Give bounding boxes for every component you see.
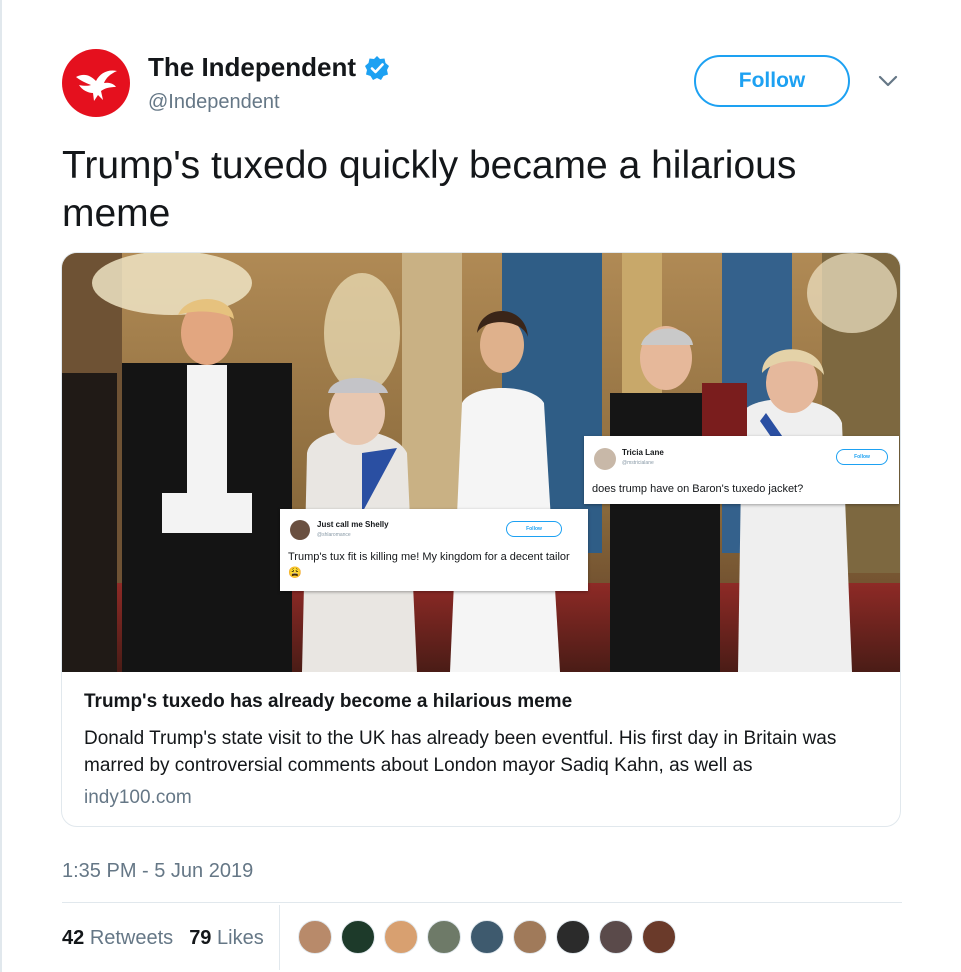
liker-avatar[interactable] xyxy=(298,920,332,954)
account-name[interactable]: The Independent xyxy=(148,52,356,83)
liker-avatar[interactable] xyxy=(513,920,547,954)
retweets-count: 42 xyxy=(62,927,85,949)
retweets-label: Retweets xyxy=(89,927,174,949)
tweet-timestamp[interactable]: 1:35 PM - 5 Jun 2019 xyxy=(62,860,253,883)
liker-avatar[interactable] xyxy=(599,920,633,954)
account-avatar[interactable] xyxy=(62,49,130,117)
liker-avatar[interactable] xyxy=(470,920,504,954)
card-title[interactable]: Trump's tuxedo has already become a hila… xyxy=(84,691,572,713)
embedded-tweet-handle: @shlaromance xyxy=(317,532,351,538)
embedded-tweet-text: does trump have on Baron's tuxedo jacket… xyxy=(592,483,804,495)
liker-avatar[interactable] xyxy=(427,920,461,954)
embedded-tweet-avatar xyxy=(290,520,310,540)
embedded-tweet: Tricia Lane @mstricialane Follow does tr… xyxy=(584,436,899,504)
embedded-tweet-avatar xyxy=(594,448,616,470)
retweets-stat[interactable]: 42 Retweets xyxy=(62,927,173,950)
account-name-row: The Independent xyxy=(148,52,390,83)
liker-avatar[interactable] xyxy=(556,920,590,954)
verified-badge-icon xyxy=(365,55,389,80)
liker-avatar[interactable] xyxy=(384,920,418,954)
liker-avatar[interactable] xyxy=(341,920,375,954)
tweet-stats: 42 Retweets 79 Likes xyxy=(62,927,264,950)
embedded-tweet-name: Tricia Lane xyxy=(622,448,664,457)
embedded-tweet-name: Just call me Shelly xyxy=(317,520,389,529)
card-domain[interactable]: indy100.com xyxy=(84,787,192,809)
embedded-tweet: Just call me Shelly @shlaromance Follow … xyxy=(280,509,588,591)
likes-stat[interactable]: 79 Likes xyxy=(189,927,264,950)
window-edge xyxy=(0,0,2,972)
liker-avatar[interactable] xyxy=(642,920,676,954)
liker-avatars xyxy=(298,920,685,954)
likes-label: Likes xyxy=(217,927,264,949)
tweet-text: Trump's tuxedo quickly became a hilariou… xyxy=(62,144,797,235)
eagle-logo-icon xyxy=(76,70,117,101)
stats-separator xyxy=(279,905,280,970)
follow-button[interactable]: Follow xyxy=(694,55,850,107)
link-card[interactable]: Tricia Lane @mstricialane Follow does tr… xyxy=(61,252,901,827)
account-handle[interactable]: @Independent xyxy=(148,91,280,114)
embedded-tweet-follow-button: Follow xyxy=(836,449,888,465)
embedded-tweet-follow-button: Follow xyxy=(506,521,562,537)
divider xyxy=(62,902,902,903)
embedded-tweet-handle: @mstricialane xyxy=(622,460,654,466)
embedded-tweet-text: Trump's tux fit is killing me! My kingdo… xyxy=(288,551,570,579)
chevron-down-icon[interactable] xyxy=(877,73,899,89)
likes-count: 79 xyxy=(189,927,212,949)
card-description: Donald Trump's state visit to the UK has… xyxy=(84,728,837,776)
